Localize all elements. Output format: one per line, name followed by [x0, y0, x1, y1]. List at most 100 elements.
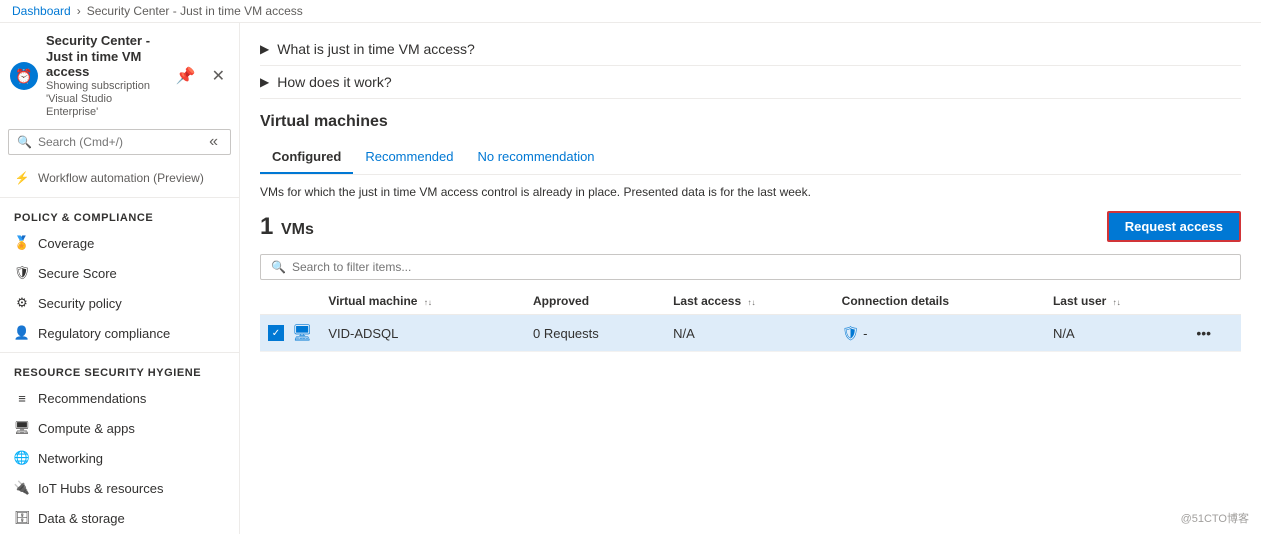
sidebar-item-workflow-label: Workflow automation (Preview) [38, 171, 204, 185]
tab-configured[interactable]: Configured [260, 141, 353, 174]
sidebar-item-security-policy[interactable]: ⚙ Security policy [0, 288, 239, 318]
count-row: 1 VMs Request access [260, 211, 1241, 242]
row-checkbox-cell: ✓ 🖥 [260, 315, 320, 352]
filter-input[interactable] [292, 260, 1230, 274]
vm-description: VMs for which the just in time VM access… [260, 185, 1241, 199]
sidebar-title: Security Center - Just in time VM access [46, 33, 164, 80]
vm-section-title: Virtual machines [260, 113, 1241, 131]
networking-icon: 🌐 [14, 450, 30, 466]
sidebar-item-data-storage-label: Data & storage [38, 511, 125, 526]
main-content: ▶ What is just in time VM access? ▶ How … [240, 23, 1261, 534]
sidebar-item-recommendations[interactable]: ≡ Recommendations [0, 383, 239, 413]
expandable-how-does[interactable]: ▶ How does it work? [260, 68, 1241, 96]
iot-hubs-icon: 🔌 [14, 480, 30, 496]
tab-recommended[interactable]: Recommended [353, 141, 465, 174]
col-virtual-machine: Virtual machine ↑↓ [320, 288, 525, 315]
sidebar-item-networking-label: Networking [38, 451, 103, 466]
vm-count: 1 [260, 213, 273, 240]
content-body: ▶ What is just in time VM access? ▶ How … [240, 23, 1261, 364]
vm-type-icon: 🖥 [292, 323, 312, 343]
col-last-access: Last access ↑↓ [665, 288, 834, 315]
col-last-user-sort: ↑↓ [1113, 299, 1121, 307]
col-checkbox [260, 288, 320, 315]
sidebar-item-iot-hubs[interactable]: 🔌 IoT Hubs & resources [0, 473, 239, 503]
row-last-user: N/A [1045, 315, 1188, 352]
collapse-button[interactable]: « [205, 133, 222, 151]
expandable-what-is[interactable]: ▶ What is just in time VM access? [260, 35, 1241, 63]
sidebar-subtitle: Showing subscription 'Visual Studio Ente… [46, 80, 164, 120]
row-connection-details: 🛡 - [834, 315, 1045, 352]
workflow-icon: ⚡ [14, 170, 30, 186]
section-resource-security: RESOURCE SECURITY HYGIENE [0, 357, 239, 383]
sidebar-item-networking[interactable]: 🌐 Networking [0, 443, 239, 473]
sidebar-header-actions: 📌 ✕ [172, 64, 229, 88]
secure-score-icon: 🛡 [14, 265, 30, 281]
col-vm-sort: ↑↓ [424, 299, 432, 307]
tab-no-recommendation[interactable]: No recommendation [465, 141, 606, 174]
search-input[interactable] [38, 135, 199, 149]
chevron-how-does: ▶ [260, 75, 269, 89]
expandable-what-is-label: What is just in time VM access? [277, 41, 475, 57]
col-approved-label: Approved [533, 294, 589, 308]
security-policy-icon: ⚙ [14, 295, 30, 311]
vm-count-label: VMs [281, 221, 314, 238]
search-icon: 🔍 [17, 135, 32, 149]
sidebar-item-recommendations-label: Recommendations [38, 391, 146, 406]
vm-tabs: Configured Recommended No recommendation [260, 141, 1241, 175]
sidebar-item-secure-score-label: Secure Score [38, 266, 117, 281]
expandable-how-does-label: How does it work? [277, 74, 391, 90]
breadcrumb-dashboard[interactable]: Dashboard [12, 4, 71, 18]
breadcrumb-sep: › [77, 4, 81, 18]
sidebar-item-coverage-label: Coverage [38, 236, 94, 251]
search-bar: 🔍 « [8, 129, 231, 155]
row-vm-name: VID-ADSQL [320, 315, 525, 352]
sidebar-item-regulatory-compliance[interactable]: 👤 Regulatory compliance [0, 318, 239, 348]
sidebar: ⏰ Security Center - Just in time VM acce… [0, 23, 240, 534]
col-last-user: Last user ↑↓ [1045, 288, 1188, 315]
breadcrumb-current: Security Center - Just in time VM access [87, 4, 303, 18]
request-access-button[interactable]: Request access [1107, 211, 1241, 242]
sidebar-header-text: Security Center - Just in time VM access… [46, 33, 164, 119]
row-approved: 0 Requests [525, 315, 665, 352]
col-last-access-sort: ↑↓ [747, 299, 755, 307]
row-more-button[interactable]: ••• [1196, 325, 1211, 341]
sidebar-item-compute-apps-label: Compute & apps [38, 421, 135, 436]
row-more-actions-cell: ••• [1188, 315, 1241, 352]
row-checkbox[interactable]: ✓ [268, 325, 284, 341]
col-last-user-label: Last user [1053, 294, 1106, 308]
expandable-divider-1 [260, 65, 1241, 66]
breadcrumb: Dashboard › Security Center - Just in ti… [0, 0, 1261, 23]
sidebar-item-secure-score[interactable]: 🛡 Secure Score [0, 258, 239, 288]
vm-table: Virtual machine ↑↓ Approved Last access … [260, 288, 1241, 352]
compute-apps-icon: 🖥 [14, 420, 30, 436]
data-storage-icon: 🗄 [14, 510, 30, 526]
vm-count-area: 1 VMs [260, 213, 314, 241]
sidebar-item-regulatory-compliance-label: Regulatory compliance [38, 326, 170, 341]
pin-button[interactable]: 📌 [172, 64, 200, 88]
row-connection-details-value: - [863, 326, 867, 341]
col-approved: Approved [525, 288, 665, 315]
filter-search-icon: 🔍 [271, 260, 286, 274]
col-connection-details-label: Connection details [842, 294, 949, 308]
col-connection-details: Connection details [834, 288, 1045, 315]
regulatory-compliance-icon: 👤 [14, 325, 30, 341]
sidebar-item-coverage[interactable]: 🏅 Coverage [0, 228, 239, 258]
col-actions [1188, 288, 1241, 315]
col-last-access-label: Last access [673, 294, 741, 308]
section-policy-compliance: POLICY & COMPLIANCE [0, 202, 239, 228]
close-button[interactable]: ✕ [208, 64, 229, 88]
expandable-divider-2 [260, 98, 1241, 99]
sidebar-item-workflow[interactable]: ⚡ Workflow automation (Preview) [0, 163, 239, 193]
table-row[interactable]: ✓ 🖥 VID-ADSQL 0 Requests N/A 🛡 - N/A [260, 315, 1241, 352]
sidebar-header: ⏰ Security Center - Just in time VM acce… [0, 23, 239, 125]
divider-2 [0, 352, 239, 353]
table-header-row: Virtual machine ↑↓ Approved Last access … [260, 288, 1241, 315]
row-last-access: N/A [665, 315, 834, 352]
sidebar-item-compute-apps[interactable]: 🖥 Compute & apps [0, 413, 239, 443]
sidebar-item-data-storage[interactable]: 🗄 Data & storage [0, 503, 239, 533]
sidebar-item-iot-hubs-label: IoT Hubs & resources [38, 481, 163, 496]
watermark: @51CTO博客 [1181, 510, 1249, 526]
connection-icon: 🛡 [842, 325, 860, 341]
divider-1 [0, 197, 239, 198]
app-icon: ⏰ [10, 62, 38, 90]
